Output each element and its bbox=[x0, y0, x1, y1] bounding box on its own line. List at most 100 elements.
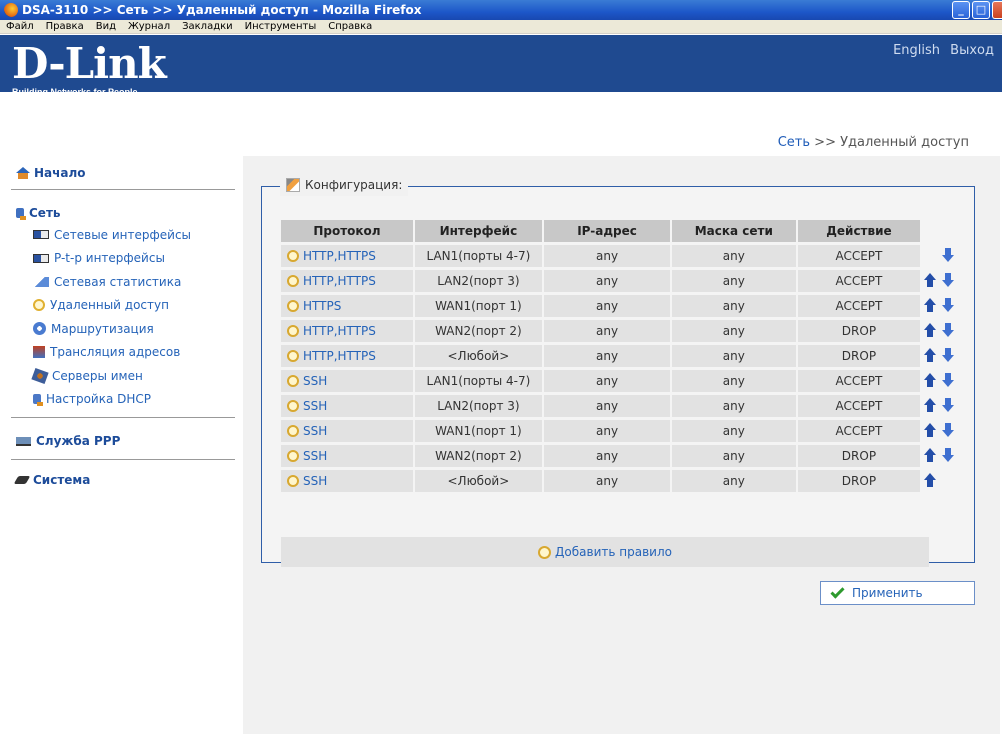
order-controls bbox=[924, 472, 954, 487]
sidebar-item-label: Трансляция адресов bbox=[50, 345, 181, 360]
sidebar-divider bbox=[11, 459, 235, 460]
cell-ip-text: any bbox=[595, 474, 619, 488]
cell-protocol[interactable]: HTTP,HTTPS bbox=[281, 270, 415, 292]
cell-action-text: ACCEPT bbox=[835, 299, 883, 313]
sidebar-item-label: Маршрутизация bbox=[51, 321, 154, 336]
sidebar-item-dns[interactable]: Серверы имен bbox=[31, 364, 237, 388]
config-panel: Конфигурация: Протокол Интерфейс IP-адре… bbox=[261, 174, 975, 567]
add-rule-button[interactable]: Добавить правило bbox=[281, 537, 929, 567]
move-up-icon[interactable] bbox=[924, 272, 937, 287]
move-up-icon[interactable] bbox=[924, 472, 937, 487]
cell-protocol-text[interactable]: HTTP,HTTPS bbox=[303, 249, 376, 263]
cell-interface-text: WAN2(порт 2) bbox=[435, 449, 522, 463]
minimize-icon[interactable]: _ bbox=[952, 1, 970, 19]
cell-mask: any bbox=[672, 345, 798, 367]
maximize-icon[interactable]: □ bbox=[972, 1, 990, 19]
menu-view[interactable]: Вид bbox=[96, 21, 116, 32]
move-up-icon[interactable] bbox=[924, 372, 937, 387]
cell-interface-text: LAN1(порты 4-7) bbox=[426, 374, 531, 388]
sidebar-item-statistics[interactable]: Сетевая статистика bbox=[33, 270, 237, 294]
sidebar-item-network[interactable]: Сеть bbox=[16, 203, 237, 223]
move-up-icon[interactable] bbox=[924, 422, 937, 437]
sidebar-item-routing[interactable]: Маршрутизация bbox=[33, 317, 237, 341]
cell-protocol[interactable]: SSH bbox=[281, 470, 415, 492]
cell-protocol-text[interactable]: HTTPS bbox=[303, 299, 341, 313]
move-down-icon[interactable] bbox=[942, 297, 955, 312]
cell-interface-text: WAN2(порт 2) bbox=[435, 324, 522, 338]
menu-help[interactable]: Справка bbox=[328, 21, 372, 32]
cell-interface-text: LAN2(порт 3) bbox=[437, 274, 520, 288]
move-down-icon[interactable] bbox=[942, 247, 955, 262]
cell-ip: any bbox=[543, 370, 673, 392]
cell-protocol-text[interactable]: SSH bbox=[303, 374, 327, 388]
sidebar-item-label: Сетевая статистика bbox=[54, 274, 182, 289]
close-icon[interactable] bbox=[992, 1, 1002, 19]
cell-ip-text: any bbox=[595, 274, 619, 288]
move-down-icon[interactable] bbox=[942, 272, 955, 287]
menu-file[interactable]: Файл bbox=[6, 21, 34, 32]
menu-bookmarks[interactable]: Закладки bbox=[182, 21, 233, 32]
logo-tagline: Building Networks for People bbox=[12, 87, 138, 97]
cell-interface: WAN2(порт 2) bbox=[414, 320, 544, 342]
cell-protocol[interactable]: SSH bbox=[281, 395, 415, 417]
move-down-icon[interactable] bbox=[942, 372, 955, 387]
cell-ip: any bbox=[543, 445, 673, 467]
sidebar-item-interfaces[interactable]: Сетевые интерфейсы bbox=[33, 223, 237, 247]
cell-protocol[interactable]: SSH bbox=[281, 370, 415, 392]
sidebar-item-dhcp[interactable]: Настройка DHCP bbox=[33, 388, 237, 412]
menu-edit[interactable]: Правка bbox=[46, 21, 84, 32]
cell-protocol-text[interactable]: HTTP,HTTPS bbox=[303, 349, 376, 363]
cell-protocol-text[interactable]: SSH bbox=[303, 399, 327, 413]
cell-protocol[interactable]: HTTP,HTTPS bbox=[281, 245, 415, 267]
breadcrumb-section[interactable]: Сеть bbox=[778, 135, 810, 150]
move-up-icon[interactable] bbox=[924, 447, 937, 462]
english-link[interactable]: English bbox=[893, 43, 940, 58]
window-titlebar: DSA-3110 >> Сеть >> Удаленный доступ - M… bbox=[0, 0, 1002, 20]
sidebar-item-remote-access[interactable]: Удаленный доступ bbox=[33, 294, 237, 318]
menu-tools[interactable]: Инструменты bbox=[245, 21, 317, 32]
cell-order bbox=[922, 445, 974, 467]
sidebar-item-nat[interactable]: Трансляция адресов bbox=[33, 341, 237, 365]
cell-protocol-text[interactable]: SSH bbox=[303, 424, 327, 438]
move-down-icon[interactable] bbox=[942, 447, 955, 462]
cell-ip-text: any bbox=[595, 399, 619, 413]
cell-ip: any bbox=[543, 345, 673, 367]
sidebar-item-system[interactable]: Система bbox=[13, 470, 237, 490]
cell-ip: any bbox=[543, 270, 673, 292]
cell-protocol-text[interactable]: HTTP,HTTPS bbox=[303, 324, 376, 338]
move-down-icon[interactable] bbox=[942, 347, 955, 362]
cell-protocol-text[interactable]: SSH bbox=[303, 449, 327, 463]
move-up-icon[interactable] bbox=[924, 322, 937, 337]
breadcrumb-separator: >> bbox=[814, 135, 836, 150]
cell-protocol[interactable]: HTTP,HTTPS bbox=[281, 320, 415, 342]
move-down-icon[interactable] bbox=[942, 322, 955, 337]
window-title: DSA-3110 >> Сеть >> Удаленный доступ - M… bbox=[22, 3, 422, 17]
logout-link[interactable]: Выход bbox=[950, 43, 994, 58]
sidebar-item-home[interactable]: Начало bbox=[16, 163, 237, 183]
sidebar-item-ptp[interactable]: P-t-p интерфейсы bbox=[33, 247, 237, 271]
cell-mask-text: any bbox=[722, 449, 745, 463]
move-up-icon[interactable] bbox=[924, 347, 937, 362]
cell-action-text: ACCEPT bbox=[835, 374, 883, 388]
config-legend: Конфигурация: bbox=[280, 174, 409, 196]
cell-ip-text: any bbox=[595, 374, 619, 388]
sidebar-divider bbox=[11, 189, 235, 190]
move-down-icon[interactable] bbox=[942, 422, 955, 437]
menu-history[interactable]: Журнал bbox=[128, 21, 170, 32]
apply-button[interactable]: Применить bbox=[820, 581, 975, 605]
cell-ip: any bbox=[543, 470, 673, 492]
cell-protocol[interactable]: SSH bbox=[281, 420, 415, 442]
cell-protocol[interactable]: SSH bbox=[281, 445, 415, 467]
dns-server-icon bbox=[31, 367, 49, 384]
move-up-icon[interactable] bbox=[924, 397, 937, 412]
move-up-icon[interactable] bbox=[924, 297, 937, 312]
cell-mask: any bbox=[672, 245, 798, 267]
cell-protocol-text[interactable]: HTTP,HTTPS bbox=[303, 274, 376, 288]
cell-protocol[interactable]: HTTP,HTTPS bbox=[281, 345, 415, 367]
move-down-icon[interactable] bbox=[942, 397, 955, 412]
cell-protocol[interactable]: HTTPS bbox=[281, 295, 415, 317]
remote-access-icon bbox=[287, 400, 299, 412]
sidebar-item-ppp[interactable]: Служба PPP bbox=[16, 431, 237, 451]
sidebar-item-label: P-t-p интерфейсы bbox=[54, 251, 165, 266]
cell-protocol-text[interactable]: SSH bbox=[303, 474, 327, 488]
